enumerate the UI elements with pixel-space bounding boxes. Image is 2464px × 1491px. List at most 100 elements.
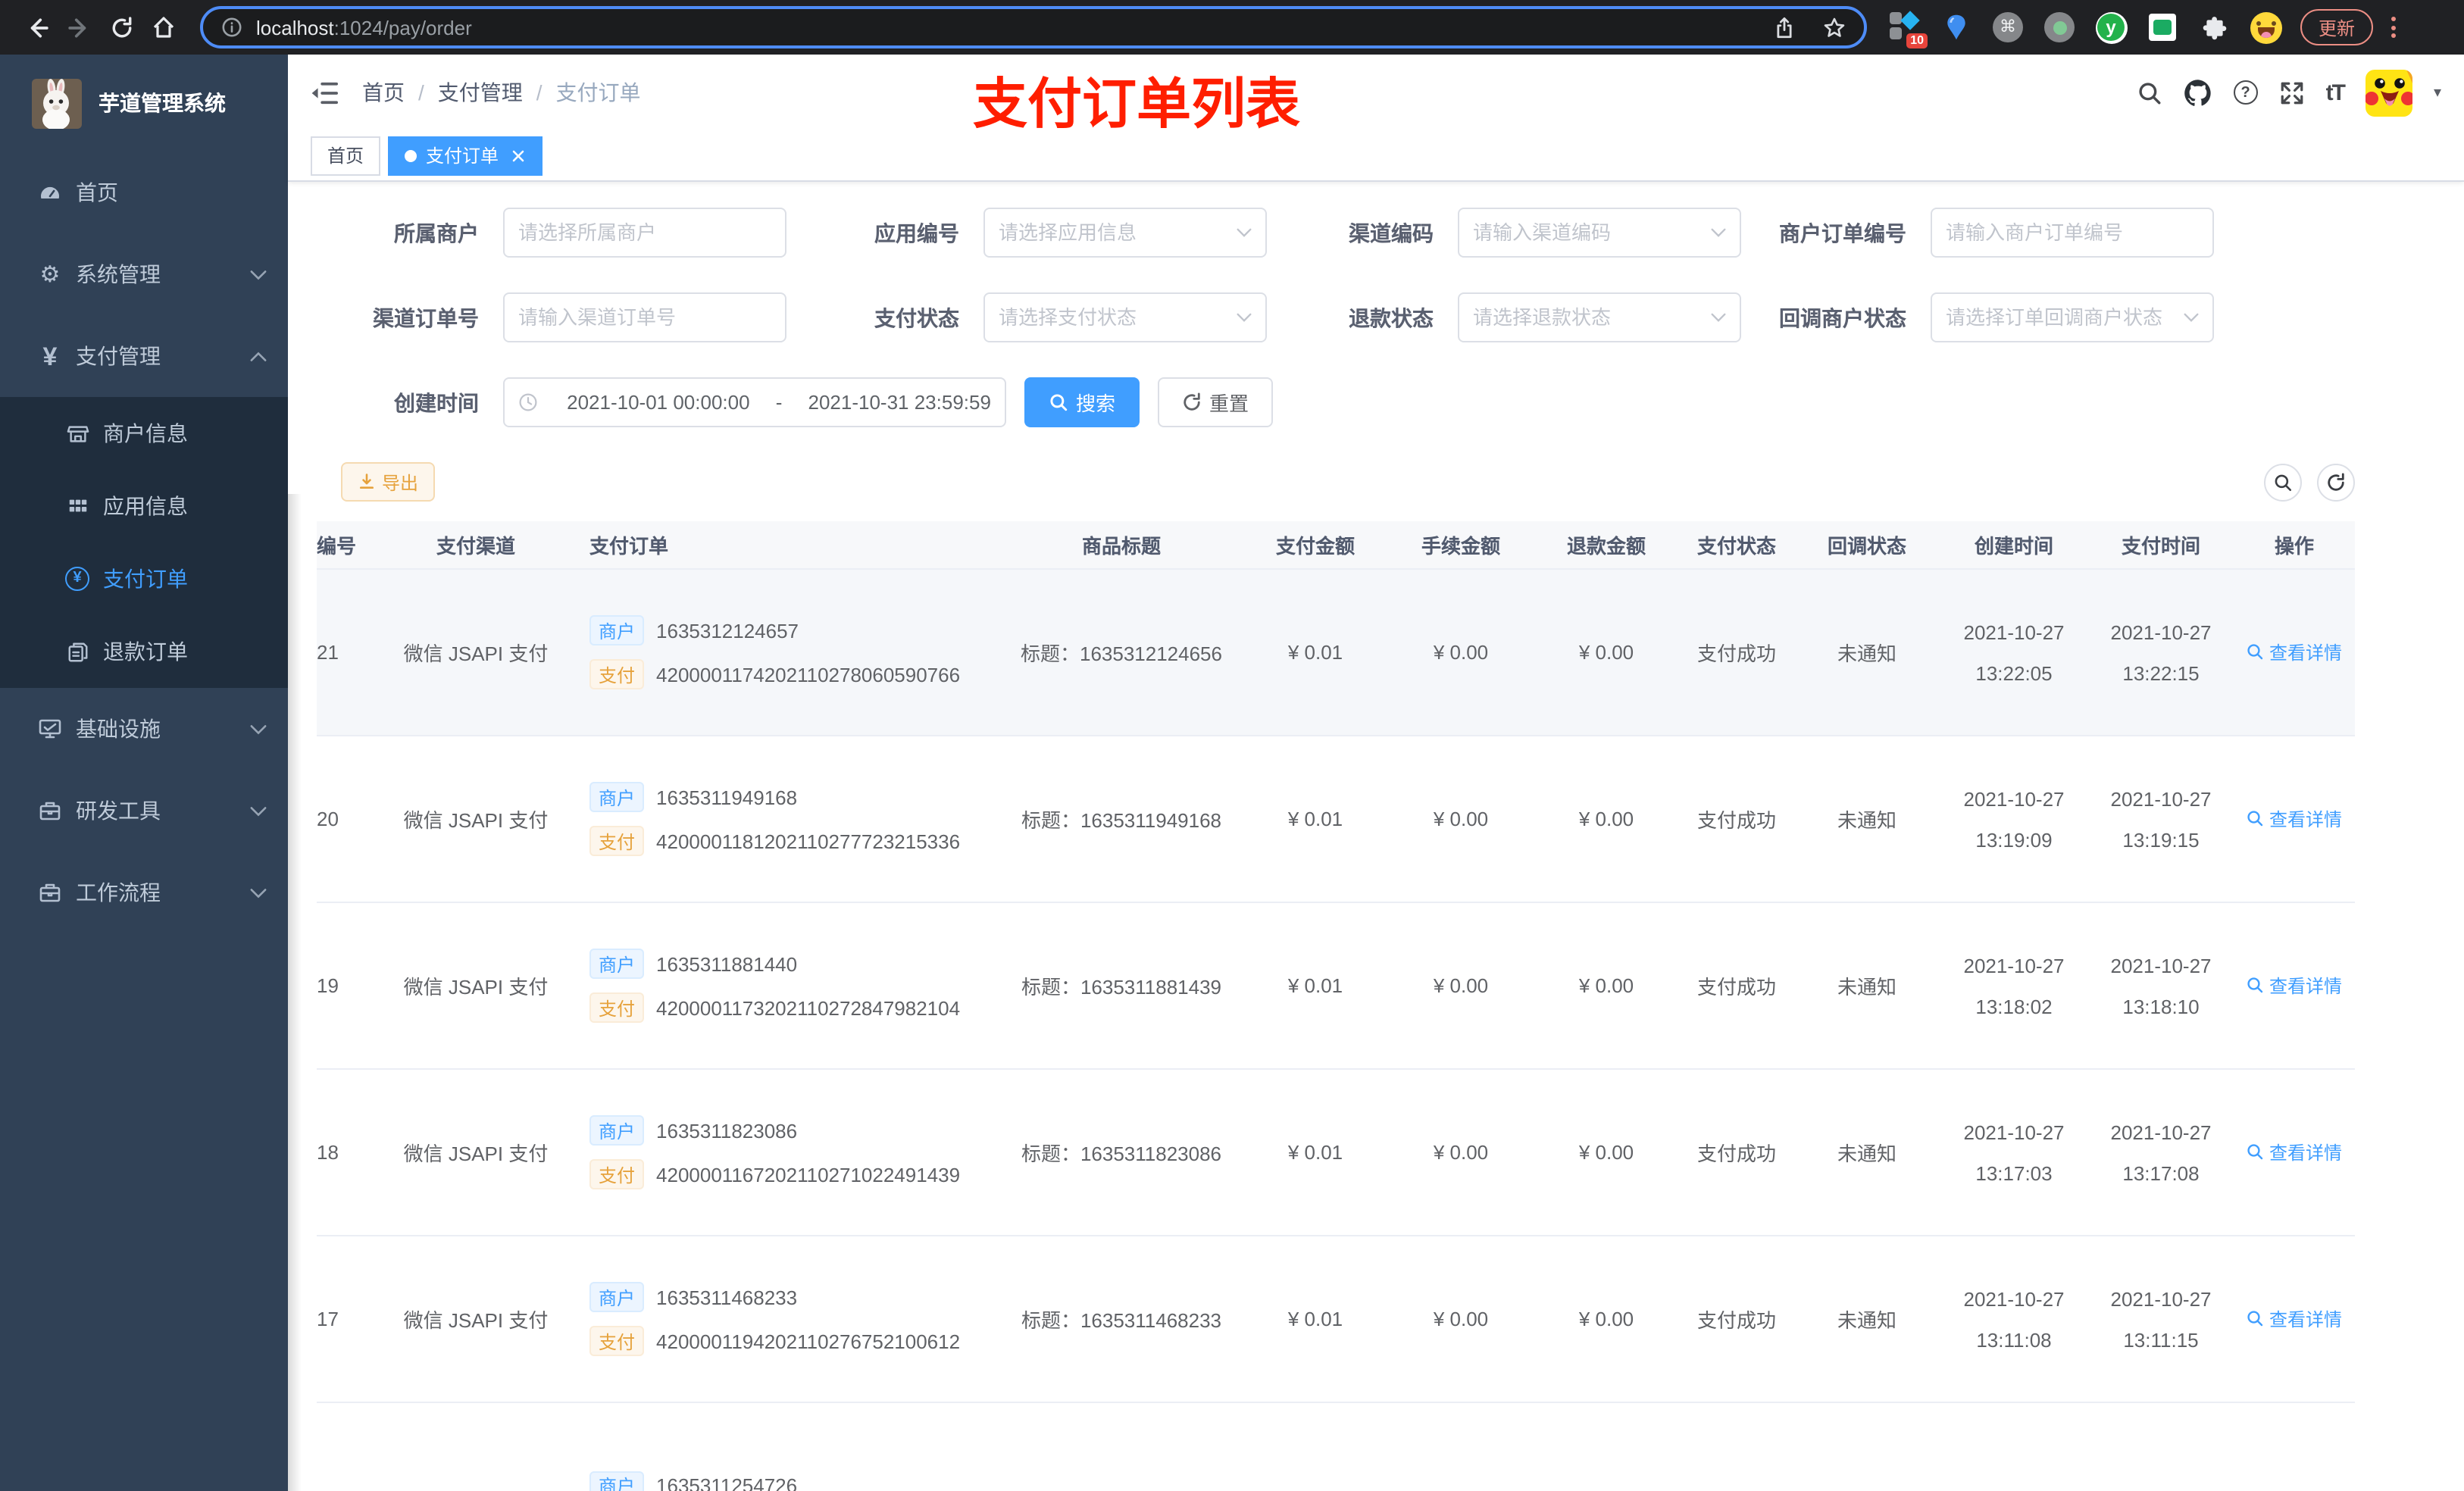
order-id: 20 (317, 808, 339, 830)
merchant-order-no-input[interactable] (1946, 221, 2199, 244)
browser-menu-icon[interactable] (2391, 17, 2397, 38)
sidebar-item-pay-order[interactable]: ¥ 支付订单 (0, 542, 288, 615)
channel-code-input[interactable] (1473, 221, 1705, 244)
merchant-order-no-field[interactable] (1931, 208, 2214, 258)
sidebar: 芋道管理系统 首页 ⚙ 系统管理 ¥ 支付管理 商户信息 应用信息 ¥ 支付订单… (0, 55, 288, 1491)
user-menu-caret-icon[interactable]: ▾ (2434, 84, 2441, 101)
extension-command-icon[interactable]: ⌘ (1991, 11, 2025, 44)
extensions-puzzle-icon[interactable] (2197, 11, 2231, 44)
merchant-select[interactable] (503, 208, 786, 258)
merchant-tag: 商户 (589, 615, 645, 645)
toggle-search-button[interactable] (2264, 463, 2302, 501)
help-icon[interactable]: ? (2233, 80, 2258, 105)
pay-amount: ¥ 0.01 (1287, 1308, 1343, 1330)
reset-button[interactable]: 重置 (1158, 377, 1274, 427)
sidebar-item-system[interactable]: ⚙ 系统管理 (0, 233, 288, 315)
pay-tag: 支付 (589, 659, 645, 689)
font-size-icon[interactable]: tT (2326, 80, 2346, 105)
channel-order-no-field[interactable] (503, 292, 786, 342)
collapse-sidebar-icon[interactable] (311, 80, 339, 105)
view-details-link[interactable]: 查看详情 (2247, 1306, 2342, 1332)
pay-channel: 微信 JSAPI 支付 (403, 1309, 549, 1332)
fee-amount: ¥ 0.00 (1433, 974, 1489, 997)
created-time: 2021-10-27 13:18:02 (1963, 954, 2065, 1017)
magnifier-icon (2248, 977, 2264, 993)
table-row: 19 微信 JSAPI 支付 商户 1635311881440 支付 42000… (317, 903, 2355, 1070)
browser-update-button[interactable]: 更新 (2300, 9, 2374, 45)
url-bar[interactable]: localhost:1024/pay/order (200, 6, 1867, 48)
github-icon[interactable] (2184, 78, 2212, 107)
sidebar-item-home[interactable]: 首页 (0, 152, 288, 233)
app-select-input[interactable] (999, 221, 1230, 244)
table-left-scroll-shadow (288, 494, 302, 1491)
notify-status: 未通知 (1837, 642, 1896, 665)
extension-balloon-icon[interactable] (1940, 11, 1973, 44)
actions-cell: 查看详情 (2234, 806, 2355, 833)
view-details-link[interactable]: 查看详情 (2247, 1139, 2342, 1165)
refund-amount: ¥ 0.00 (1578, 641, 1634, 664)
chevron-up-icon (250, 351, 267, 361)
extension-badge: 10 (1906, 33, 1928, 48)
create-time-range-picker[interactable]: 2021-10-01 00:00:00 - 2021-10-31 23:59:5… (503, 377, 1006, 427)
channel-order-no-input[interactable] (518, 306, 771, 329)
extension-y-icon[interactable]: y (2094, 11, 2128, 44)
close-icon[interactable] (511, 148, 526, 163)
filter-label-channel-order-no: 渠道订单号 (373, 305, 479, 330)
tab-home[interactable]: 首页 (311, 136, 381, 175)
pay-amount: ¥ 0.01 (1287, 641, 1343, 664)
fullscreen-icon[interactable] (2279, 80, 2305, 105)
pay-order-no: 4200001174202110278060590766 (656, 663, 961, 686)
sidebar-item-app-info[interactable]: 应用信息 (0, 470, 288, 542)
created-time (1940, 1477, 2088, 1491)
site-info-icon[interactable] (221, 17, 242, 38)
sidebar-item-merchant-info[interactable]: 商户信息 (0, 397, 288, 470)
chevron-down-icon (2184, 312, 2199, 323)
sidebar-item-pay[interactable]: ¥ 支付管理 (0, 315, 288, 397)
browser-reload-button[interactable] (100, 6, 142, 48)
avatar[interactable] (2365, 69, 2412, 116)
extension-emoji-icon[interactable] (2249, 11, 2282, 44)
pay-status-input[interactable] (999, 306, 1230, 329)
breadcrumb-home[interactable]: 首页 (362, 77, 405, 108)
pay-status-select[interactable] (983, 292, 1267, 342)
order-id: 19 (317, 974, 339, 997)
search-icon[interactable] (2137, 80, 2162, 105)
sidebar-item-refund-order[interactable]: 退款订单 (0, 615, 288, 688)
created-time: 2021-10-27 13:22:05 (1963, 620, 2065, 684)
clock-icon (518, 392, 538, 412)
sidebar-item-infrastructure[interactable]: 基础设施 (0, 688, 288, 770)
app-select[interactable] (983, 208, 1267, 258)
refund-status-select[interactable] (1458, 292, 1741, 342)
sidebar-item-workflow[interactable]: 工作流程 (0, 852, 288, 933)
paid-time: 2021-10-27 13:17:08 (2110, 1121, 2212, 1184)
browser-home-button[interactable] (142, 6, 185, 48)
bookmark-star-icon[interactable] (1823, 16, 1846, 39)
download-icon (360, 474, 374, 489)
extension-diamond-icon[interactable]: 10 (1888, 11, 1928, 48)
table-row: 17 微信 JSAPI 支付 商户 1635311468233 支付 42000… (317, 1236, 2355, 1403)
breadcrumb-pay-manage[interactable]: 支付管理 (438, 77, 523, 108)
export-button[interactable]: 导出 (341, 462, 436, 502)
col-id: 编号 (317, 535, 357, 558)
refresh-table-button[interactable] (2317, 463, 2355, 501)
view-details-link[interactable]: 查看详情 (2247, 639, 2342, 665)
tab-pay-order[interactable]: 支付订单 (388, 136, 543, 175)
sidebar-item-dev-tools[interactable]: 研发工具 (0, 770, 288, 852)
merchant-select-input[interactable] (518, 221, 771, 244)
extension-green-dot-icon[interactable] (2043, 11, 2076, 44)
search-button[interactable]: 搜索 (1024, 377, 1140, 427)
notify-status-input[interactable] (1946, 306, 2178, 329)
url-host: localhost (256, 16, 334, 39)
share-icon[interactable] (1773, 16, 1796, 39)
refresh-icon (2328, 472, 2344, 490)
channel-code-select[interactable] (1458, 208, 1741, 258)
col-channel: 支付渠道 (436, 535, 515, 558)
browser-back-button[interactable] (15, 6, 58, 48)
view-details-link[interactable]: 查看详情 (2247, 973, 2342, 999)
refund-status-input[interactable] (1473, 306, 1705, 329)
notify-status-select[interactable] (1931, 292, 2214, 342)
view-details-link[interactable]: 查看详情 (2247, 806, 2342, 832)
extension-chat-icon[interactable] (2146, 11, 2179, 44)
filter-label-merchant: 所属商户 (394, 220, 479, 245)
browser-forward-button[interactable] (58, 6, 100, 48)
